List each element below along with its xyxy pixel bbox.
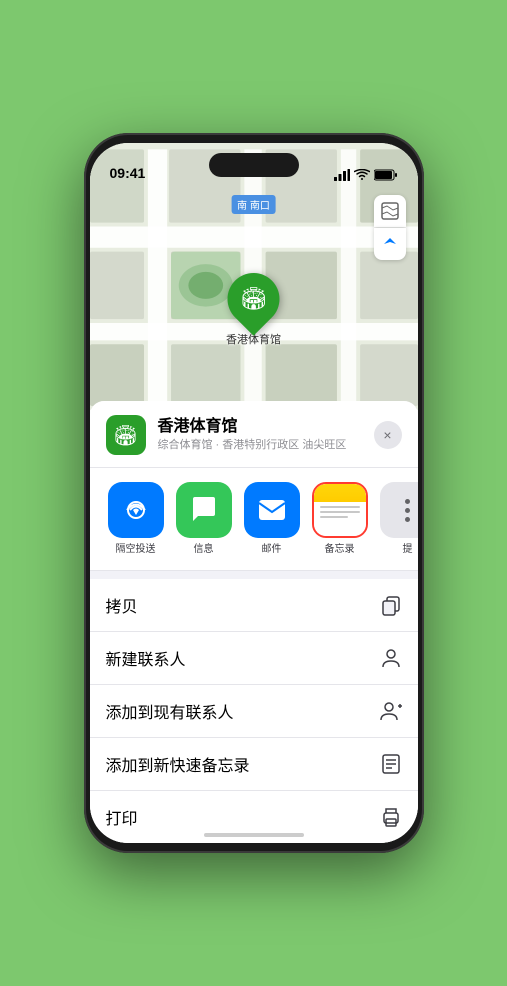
phone-frame: 09:41	[84, 133, 424, 853]
action-add-existing-label: 添加到现有联系人	[106, 699, 234, 723]
dynamic-island	[209, 153, 299, 177]
map-icon	[381, 202, 399, 220]
bottom-sheet: 🏟 香港体育馆 综合体育馆 · 香港特别行政区 油尖旺区 ×	[90, 401, 418, 843]
home-indicator	[204, 833, 304, 837]
share-item-notes[interactable]: 备忘录	[310, 482, 370, 556]
airdrop-label: 隔空投送	[116, 544, 156, 556]
action-quick-notes-label: 添加到新快速备忘录	[106, 752, 250, 776]
share-row: 隔空投送 信息	[90, 468, 418, 571]
location-button[interactable]	[374, 228, 406, 260]
share-item-mail[interactable]: 邮件	[242, 482, 302, 556]
notes-label: 备忘录	[325, 544, 355, 556]
more-dots-icon	[405, 499, 410, 522]
more-icon-wrap	[380, 482, 418, 538]
place-info: 香港体育馆 综合体育馆 · 香港特别行政区 油尖旺区	[158, 417, 362, 452]
action-new-contact[interactable]: 新建联系人	[90, 632, 418, 685]
memo-icon	[380, 753, 402, 775]
copy-icon	[380, 594, 402, 616]
signal-icon	[334, 169, 350, 181]
battery-icon	[374, 169, 398, 181]
place-subtitle: 综合体育馆 · 香港特别行政区 油尖旺区	[158, 438, 362, 452]
action-add-existing[interactable]: 添加到现有联系人	[90, 685, 418, 738]
action-copy[interactable]: 拷贝	[90, 579, 418, 632]
mail-icon	[257, 496, 287, 524]
airdrop-icon-wrap	[108, 482, 164, 538]
person-icon	[380, 647, 402, 669]
notes-line-3	[320, 516, 348, 518]
notes-icon-wrap	[312, 482, 368, 538]
action-list: 拷贝 新建联系人 添加到现有联系人	[90, 579, 418, 843]
share-item-message[interactable]: 信息	[174, 482, 234, 556]
status-icons	[334, 169, 398, 181]
more-label: 提	[403, 544, 413, 556]
notes-line-1	[320, 506, 360, 508]
notes-lines-area	[314, 502, 366, 536]
location-pin: 🏟 香港体育馆	[226, 273, 281, 347]
notes-icon-inner	[314, 484, 366, 536]
notes-top-bar	[314, 484, 366, 502]
place-icon: 🏟	[106, 415, 146, 455]
pin-circle: 🏟	[217, 262, 291, 336]
map-type-button[interactable]	[374, 195, 406, 227]
place-name: 香港体育馆	[158, 417, 362, 436]
place-header: 🏟 香港体育馆 综合体育馆 · 香港特别行政区 油尖旺区 ×	[90, 401, 418, 468]
mail-icon-wrap	[244, 482, 300, 538]
action-new-contact-label: 新建联系人	[106, 646, 186, 670]
share-item-more[interactable]: 提	[378, 482, 418, 556]
close-button[interactable]: ×	[374, 421, 402, 449]
map-btn-group	[374, 195, 406, 260]
print-icon	[380, 806, 402, 828]
mail-label: 邮件	[262, 544, 282, 556]
action-print-label: 打印	[106, 805, 138, 829]
message-icon	[189, 495, 219, 525]
map-entrance-label: 南 南口	[231, 195, 276, 214]
pin-icon: 🏟	[240, 286, 268, 312]
status-time: 09:41	[110, 165, 146, 181]
action-quick-notes[interactable]: 添加到新快速备忘录	[90, 738, 418, 791]
location-arrow-icon	[382, 236, 398, 252]
action-copy-label: 拷贝	[106, 593, 138, 617]
person-add-icon	[380, 700, 402, 722]
message-icon-wrap	[176, 482, 232, 538]
message-label: 信息	[194, 544, 214, 556]
phone-screen: 09:41	[90, 143, 418, 843]
share-item-airdrop[interactable]: 隔空投送	[106, 482, 166, 556]
notes-line-2	[320, 511, 360, 513]
wifi-icon	[354, 169, 370, 181]
airdrop-icon	[121, 495, 151, 525]
